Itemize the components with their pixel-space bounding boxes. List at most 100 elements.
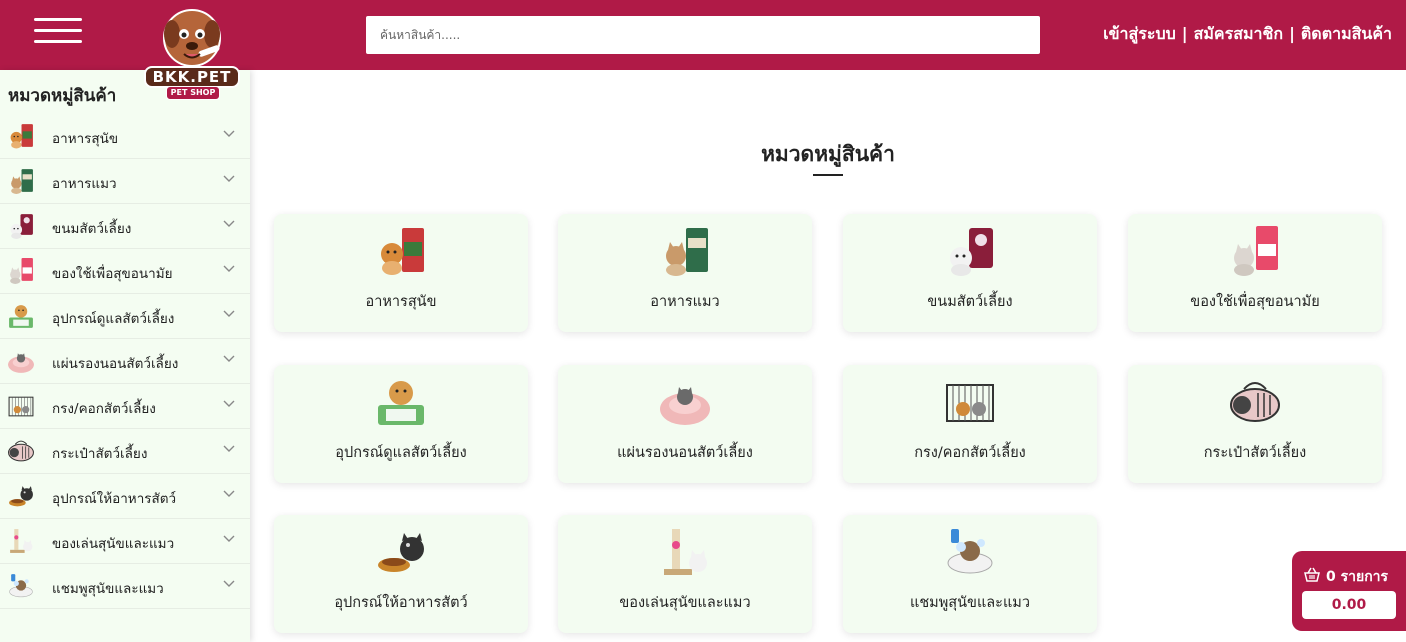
pet-treat-icon — [950, 228, 993, 276]
cart-widget[interactable]: 0 รายการ 0.00 — [1292, 551, 1406, 631]
pet-bed-icon — [8, 353, 34, 373]
category-card[interactable]: กระเป๋าสัตว์เลี้ยง — [1128, 365, 1382, 483]
category-card[interactable]: อาหารสุนัข — [274, 214, 528, 332]
chevron-down-icon[interactable] — [222, 171, 236, 185]
sidebar-item-label: กระเป๋าสัตว์เลี้ยง — [52, 446, 148, 462]
chevron-down-icon[interactable] — [222, 351, 236, 365]
category-card[interactable]: ของเล่นสุนัขและแมว — [558, 515, 812, 633]
category-card-label: แผ่นรองนอนสัตว์เลี้ยง — [617, 445, 753, 461]
category-card-label: อาหารแมว — [650, 294, 720, 310]
account-links: เข้าสู่ระบบ | สมัครสมาชิก | ติดตามสินค้า — [1103, 22, 1392, 47]
sidebar-item[interactable]: ของเล่นสุนัขและแมว — [0, 519, 250, 564]
title-underline — [813, 174, 843, 176]
cart-item-count: 0 รายการ — [1326, 569, 1389, 585]
hamburger-line — [34, 40, 82, 43]
sidebar-item[interactable]: ของใช้เพื่อสุขอนามัย — [0, 249, 250, 294]
category-card-label: แชมพูสุนัขและแมว — [909, 595, 1031, 611]
chevron-down-icon[interactable] — [222, 216, 236, 230]
hygiene-icon — [10, 258, 33, 284]
sidebar-item-label: แผ่นรองนอนสัตว์เลี้ยง — [52, 356, 179, 372]
sidebar-item-label: แชมพูสุนัขและแมว — [52, 581, 164, 597]
hamburger-line — [34, 18, 82, 21]
link-separator: | — [1181, 24, 1188, 43]
pet-toy-icon — [10, 529, 33, 553]
chevron-down-icon[interactable] — [222, 396, 236, 410]
hygiene-icon — [1234, 226, 1278, 276]
sidebar-item-label: กรง/คอกสัตว์เลี้ยง — [52, 401, 156, 417]
search-input[interactable] — [366, 16, 1040, 54]
category-card[interactable]: แชมพูสุนัขและแมว — [843, 515, 1097, 633]
dog-logo-icon — [163, 9, 221, 67]
logo-tagline: PET SHOP — [166, 86, 220, 100]
chevron-down-icon[interactable] — [222, 306, 236, 320]
pet-cage-icon — [946, 384, 994, 422]
category-card[interactable]: ขนมสัตว์เลี้ยง — [843, 214, 1097, 332]
sidebar-item[interactable]: อุปกรณ์ให้อาหารสัตว์ — [0, 474, 250, 519]
category-card[interactable]: อุปกรณ์ดูแลสัตว์เลี้ยง — [274, 365, 528, 483]
chevron-down-icon[interactable] — [222, 576, 236, 590]
category-card[interactable]: ของใช้เพื่อสุขอนามัย — [1128, 214, 1382, 332]
shampoo-icon — [9, 574, 33, 598]
sidebar-item-label: ขนมสัตว์เลี้ยง — [52, 221, 132, 237]
pet-care-icon — [378, 381, 424, 425]
pet-cage-icon — [8, 396, 34, 417]
pet-care-icon — [9, 305, 33, 328]
sidebar-item[interactable]: ขนมสัตว์เลี้ยง — [0, 204, 250, 249]
category-card-label: ขนมสัตว์เลี้ยง — [927, 294, 1013, 310]
chevron-down-icon[interactable] — [222, 126, 236, 140]
pet-bed-icon — [660, 387, 710, 425]
category-card-label: อุปกรณ์ให้อาหารสัตว์ — [334, 595, 468, 611]
feeder-icon — [9, 486, 33, 507]
category-card-label: กรง/คอกสัตว์เลี้ยง — [914, 445, 1026, 461]
sidebar-item[interactable]: อุปกรณ์ดูแลสัตว์เลี้ยง — [0, 294, 250, 339]
pet-toy-icon — [664, 529, 707, 575]
category-card[interactable]: กรง/คอกสัตว์เลี้ยง — [843, 365, 1097, 483]
category-card[interactable]: อาหารแมว — [558, 214, 812, 332]
category-card-label: อุปกรณ์ดูแลสัตว์เลี้ยง — [335, 445, 467, 461]
category-card-label: ของเล่นสุนัขและแมว — [619, 595, 751, 611]
cat-food-icon — [11, 169, 33, 194]
sidebar-item[interactable]: อาหารแมว — [0, 159, 250, 204]
sidebar-item[interactable]: แชมพูสุนัขและแมว — [0, 564, 250, 609]
sidebar-item-label: ของใช้เพื่อสุขอนามัย — [52, 266, 173, 282]
sidebar-title: หมวดหมู่สินค้า — [8, 86, 117, 106]
dog-food-icon — [381, 228, 424, 275]
category-card[interactable]: อุปกรณ์ให้อาหารสัตว์ — [274, 515, 528, 633]
site-logo[interactable]: BKK.PET PET SHOP — [142, 6, 242, 102]
sidebar-item-label: ของเล่นสุนัขและแมว — [52, 536, 175, 552]
page-title: หมวดหมู่สินค้า — [761, 142, 895, 166]
register-link[interactable]: สมัครสมาชิก — [1194, 24, 1283, 43]
category-card-label: อาหารสุนัข — [365, 294, 437, 310]
pet-treat-icon — [10, 214, 33, 239]
chevron-down-icon[interactable] — [222, 261, 236, 275]
category-card-label: ของใช้เพื่อสุขอนามัย — [1190, 294, 1320, 310]
sidebar-item-label: อาหารสุนัข — [52, 131, 119, 147]
sidebar-item[interactable]: แผ่นรองนอนสัตว์เลี้ยง — [0, 339, 250, 384]
hamburger-menu-icon[interactable] — [34, 18, 82, 44]
category-card-label: กระเป๋าสัตว์เลี้ยง — [1203, 445, 1307, 461]
pet-carrier-icon — [8, 440, 34, 462]
category-card[interactable]: แผ่นรองนอนสัตว์เลี้ยง — [558, 365, 812, 483]
basket-icon — [1304, 567, 1320, 582]
chevron-down-icon[interactable] — [222, 441, 236, 455]
sidebar-item[interactable]: อาหารสุนัข — [0, 114, 250, 159]
chevron-down-icon[interactable] — [222, 531, 236, 545]
cat-food-icon — [666, 228, 708, 276]
sidebar-category-list: อาหารสุนัขอาหารแมวขนมสัตว์เลี้ยงของใช้เพ… — [0, 114, 250, 609]
cart-total: 0.00 — [1302, 591, 1396, 619]
category-sidebar: หมวดหมู่สินค้า อาหารสุนัขอาหารแมวขนมสัตว… — [0, 70, 250, 642]
feeder-icon — [378, 533, 424, 572]
track-order-link[interactable]: ติดตามสินค้า — [1301, 24, 1392, 43]
sidebar-item-label: อุปกรณ์ดูแลสัตว์เลี้ยง — [52, 311, 175, 327]
pet-carrier-icon — [1230, 382, 1280, 422]
top-header: BKK.PET PET SHOP เข้าสู่ระบบ | สมัครสมาชิก… — [0, 0, 1406, 100]
shampoo-icon — [947, 529, 993, 574]
sidebar-item[interactable]: กระเป๋าสัตว์เลี้ยง — [0, 429, 250, 474]
login-link[interactable]: เข้าสู่ระบบ — [1103, 24, 1176, 43]
sidebar-item[interactable]: กรง/คอกสัตว์เลี้ยง — [0, 384, 250, 429]
hamburger-line — [34, 29, 82, 32]
link-separator: | — [1289, 24, 1295, 43]
chevron-down-icon[interactable] — [222, 486, 236, 500]
dog-food-icon — [10, 124, 33, 149]
sidebar-item-label: อาหารแมว — [52, 176, 117, 192]
